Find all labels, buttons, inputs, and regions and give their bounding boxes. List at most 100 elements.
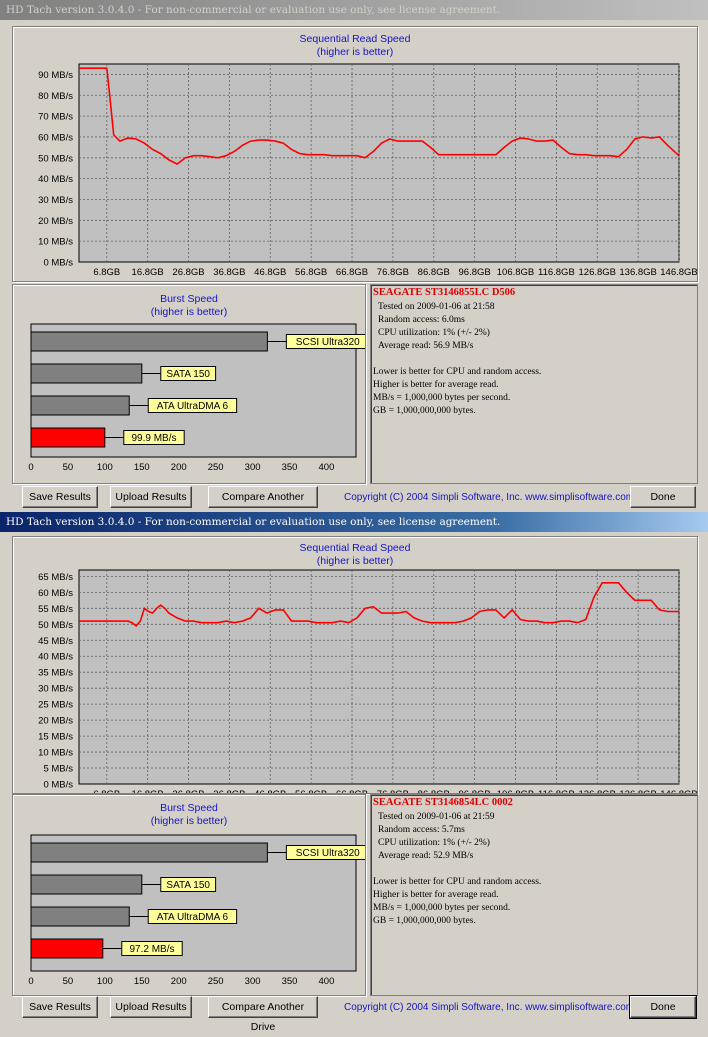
burst-bar <box>30 331 268 352</box>
copyright-text: Copyright (C) 2004 Simpli Software, Inc.… <box>344 1002 635 1013</box>
x-tick-label: 96.8GB <box>459 267 491 278</box>
done-button[interactable]: Done <box>630 486 696 508</box>
y-tick-label: 35 MB/s <box>38 668 73 679</box>
y-tick-label: 70 MB/s <box>38 112 73 123</box>
bar-data-label: 99.9 MB/s <box>131 433 176 444</box>
y-tick-label: 10 MB/s <box>38 237 73 248</box>
x-tick-label: 100 <box>97 976 113 987</box>
tested-on: Tested on 2009-01-06 at 21:59 <box>378 812 495 822</box>
upload-results-button[interactable]: Upload Results <box>110 996 192 1018</box>
y-tick-label: 60 MB/s <box>38 588 73 599</box>
x-tick-label: 146.8GB <box>660 267 697 278</box>
x-tick-label: 400 <box>319 462 335 473</box>
burst-bar <box>30 874 143 895</box>
bar-data-label: ATA UltraDMA 6 <box>157 912 229 923</box>
note-line: MB/s = 1,000,000 bytes per second. <box>373 393 511 403</box>
bar-data-label: 97.2 MB/s <box>129 944 174 955</box>
upload-results-button[interactable]: Upload Results <box>110 486 192 508</box>
save-results-button[interactable]: Save Results <box>22 996 98 1018</box>
y-tick-label: 80 MB/s <box>38 91 73 102</box>
x-tick-label: 66.8GB <box>336 267 368 278</box>
burst-chart-panel: Burst Speed (higher is better) 0 50 100 150… <box>12 284 366 484</box>
x-tick-label: 146.8GB <box>660 789 697 793</box>
y-tick-label: 0 MB/s <box>43 258 73 269</box>
bar-data-label: SATA 150 <box>166 880 210 891</box>
x-tick-label: 66.8GB <box>336 789 368 793</box>
y-tick-label: 15 MB/s <box>38 732 73 743</box>
hdtach-window-2: HD Tach version 3.0.4.0 - For non-commer… <box>0 512 708 1033</box>
y-tick-label: 30 MB/s <box>38 684 73 695</box>
x-tick-label: 96.8GB <box>459 789 491 793</box>
note-line: GB = 1,000,000,000 bytes. <box>373 916 476 926</box>
y-tick-label: 90 MB/s <box>38 70 73 81</box>
x-tick-label: 86.8GB <box>418 267 450 278</box>
random-access: Random access: 5.7ms <box>378 825 465 835</box>
x-tick-label: 350 <box>282 976 298 987</box>
sequential-read-chart: 0 MB/s 5 MB/s 10 MB/s 15 MB/s 20 MB/s 25 MB/s… <box>38 569 697 793</box>
x-tick-label: 0 <box>28 462 33 473</box>
drive-model: SEAGATE ST3146854LC 0002 <box>373 797 513 808</box>
x-tick-label: 136.8GB <box>619 789 657 793</box>
average-read: Average read: 52.9 MB/s <box>378 851 474 861</box>
window-title-bar[interactable]: HD Tach version 3.0.4.0 - For non-commer… <box>0 0 708 20</box>
compare-another-drive-button[interactable]: Compare Another Drive <box>208 996 318 1033</box>
x-tick-label: 106.8GB <box>497 267 535 278</box>
random-access: Random access: 6.0ms <box>378 315 465 325</box>
drive-model: SEAGATE ST3146855LC D506 <box>373 287 516 298</box>
x-tick-label: 50 <box>63 462 74 473</box>
x-tick-label: 86.8GB <box>418 789 450 793</box>
burst-bar <box>30 906 130 927</box>
x-tick-label: 150 <box>134 462 150 473</box>
burst-bar <box>30 842 268 863</box>
y-tick-label: 30 MB/s <box>38 195 73 206</box>
note-line: Higher is better for average read. <box>373 380 499 390</box>
y-tick-label: 50 MB/s <box>38 153 73 164</box>
y-tick-label: 5 MB/s <box>43 764 73 775</box>
burst-bar <box>30 427 106 448</box>
y-tick-label: 0 MB/s <box>43 780 73 791</box>
x-tick-label: 116.8GB <box>538 267 575 278</box>
note-line: Lower is better for CPU and random acces… <box>373 877 542 887</box>
x-tick-label: 16.8GB <box>132 267 164 278</box>
read-chart-panel: Sequential Read Speed (higher is better)… <box>12 26 698 282</box>
x-tick-label: 76.8GB <box>377 789 409 793</box>
burst-speed-chart: 0 50 100 150 200 250 300 350 400 SCSI Ultra320 SAT… <box>28 834 365 987</box>
x-tick-label: 150 <box>134 976 150 987</box>
x-tick-label: 76.8GB <box>377 267 409 278</box>
compare-another-drive-button[interactable]: Compare Another Drive <box>208 486 318 523</box>
x-tick-label: 6.8GB <box>93 789 120 793</box>
x-tick-label: 46.8GB <box>254 267 286 278</box>
tested-on: Tested on 2009-01-06 at 21:58 <box>378 302 495 312</box>
window-title-bar[interactable]: HD Tach version 3.0.4.0 - For non-commer… <box>0 512 708 532</box>
x-tick-label: 56.8GB <box>295 789 327 793</box>
burst-bar <box>30 363 143 384</box>
average-read: Average read: 56.9 MB/s <box>378 341 474 351</box>
x-tick-label: 126.8GB <box>579 789 617 793</box>
sequential-read-chart: 0 MB/s 10 MB/s 20 MB/s 30 MB/s 40 MB/s 50 MB/… <box>38 63 697 278</box>
y-tick-label: 40 MB/s <box>38 174 73 185</box>
done-button[interactable]: Done <box>629 995 697 1019</box>
cpu-utilization: CPU utilization: 1% (+/- 2%) <box>378 328 490 338</box>
bar-data-label: SCSI Ultra320 <box>296 848 360 859</box>
y-tick-label: 10 MB/s <box>38 748 73 759</box>
burst-chart-panel: Burst Speed (higher is better) 0 50 100 150… <box>12 794 366 996</box>
y-tick-label: 50 MB/s <box>38 620 73 631</box>
note-line: MB/s = 1,000,000 bytes per second. <box>373 903 511 913</box>
bar-data-label: ATA UltraDMA 6 <box>157 401 229 412</box>
x-tick-label: 0 <box>28 976 33 987</box>
read-chart-panel: Sequential Read Speed (higher is better)… <box>12 536 698 794</box>
y-tick-label: 55 MB/s <box>38 604 73 615</box>
x-tick-label: 100 <box>97 462 113 473</box>
x-tick-label: 126.8GB <box>579 267 617 278</box>
note-line: Higher is better for average read. <box>373 890 499 900</box>
x-tick-label: 26.8GB <box>172 267 204 278</box>
x-tick-label: 56.8GB <box>295 267 327 278</box>
bar-data-label: SATA 150 <box>166 369 210 380</box>
hdtach-window-1: HD Tach version 3.0.4.0 - For non-commer… <box>0 0 708 523</box>
bar-data-label: SCSI Ultra320 <box>296 337 360 348</box>
x-tick-label: 200 <box>171 976 187 987</box>
x-tick-label: 6.8GB <box>93 267 120 278</box>
burst-speed-chart: 0 50 100 150 200 250 300 350 400 SCSI Ultra320 SAT… <box>28 323 365 473</box>
save-results-button[interactable]: Save Results <box>22 486 98 508</box>
y-tick-label: 20 MB/s <box>38 716 73 727</box>
